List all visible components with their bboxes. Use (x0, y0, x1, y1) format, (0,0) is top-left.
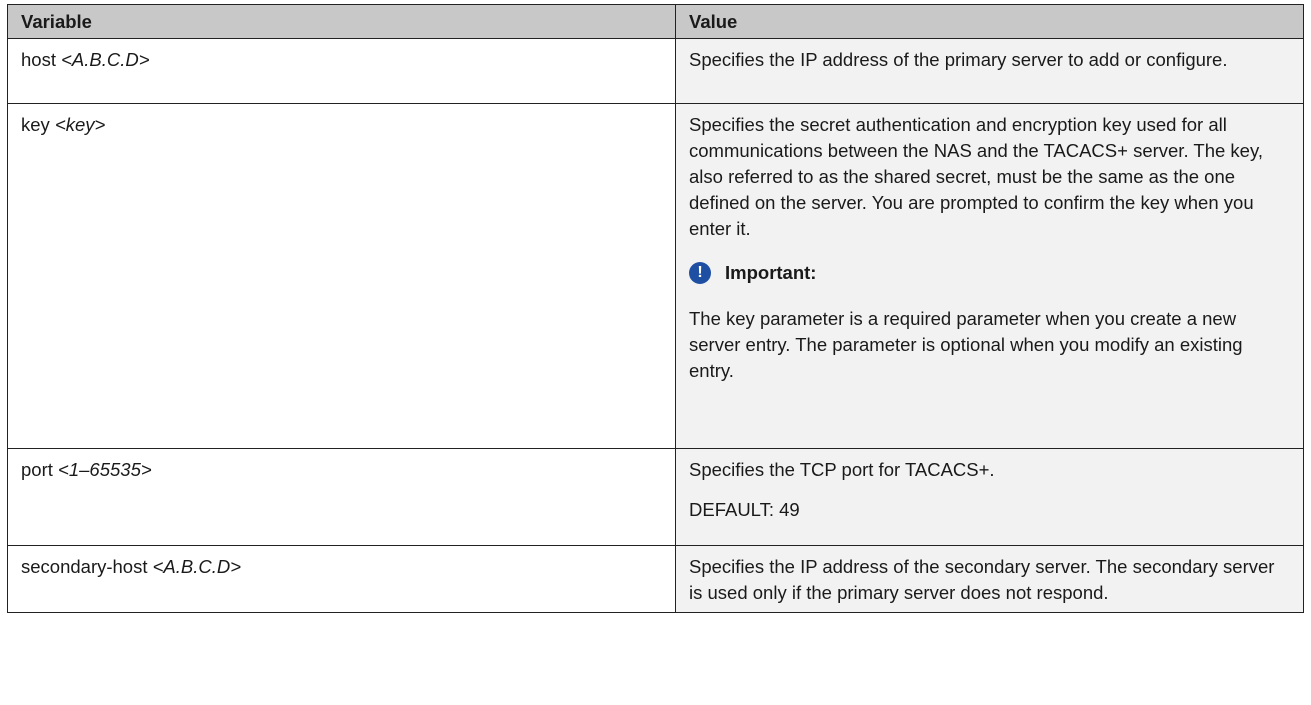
variable-command: key (21, 114, 55, 135)
exclamation-icon: ! (689, 262, 711, 284)
variable-parameter: <key> (54, 114, 106, 135)
value-cell: Specifies the IP address of the primary … (675, 38, 1304, 104)
important-label: Important: (725, 262, 817, 283)
value-paragraph: Specifies the IP address of the primary … (689, 49, 1228, 70)
variable-cell: host <A.B.C.D> (7, 38, 676, 104)
table-row-port: port <1–65535> Specifies the TCP port fo… (7, 448, 1304, 546)
variable-value-table: Variable Value host <A.B.C.D> Specifies … (7, 4, 1304, 613)
default-value: DEFAULT: 49 (689, 499, 800, 520)
variable-cell: port <1–65535> (7, 448, 676, 546)
table-row-secondary-host: secondary-host <A.B.C.D> Specifies the I… (7, 545, 1304, 613)
variable-cell: key <key> (7, 103, 676, 449)
variable-parameter: <A.B.C.D> (61, 49, 150, 70)
header-variable: Variable (7, 4, 676, 39)
value-paragraph: Specifies the IP address of the secondar… (689, 556, 1275, 603)
variable-command: port (21, 459, 59, 480)
variable-command: secondary-host (21, 556, 153, 577)
table-row-key: key <key> Specifies the secret authentic… (7, 103, 1304, 449)
value-cell: Specifies the secret authentication and … (675, 103, 1304, 449)
table-header-row: Variable Value (7, 4, 1304, 39)
header-value: Value (675, 4, 1304, 39)
variable-command: host (21, 49, 62, 70)
variable-parameter: <1–65535> (58, 459, 152, 480)
value-paragraph: Specifies the TCP port for TACACS+. (689, 459, 995, 480)
important-text: The key parameter is a required paramete… (689, 308, 1243, 381)
variable-cell: secondary-host <A.B.C.D> (7, 545, 676, 613)
value-cell: Specifies the IP address of the secondar… (675, 545, 1304, 613)
table-row-host: host <A.B.C.D> Specifies the IP address … (7, 38, 1304, 104)
value-cell: Specifies the TCP port for TACACS+. DEFA… (675, 448, 1304, 546)
important-callout-heading: ! Important: (689, 260, 1290, 286)
value-paragraph: Specifies the secret authentication and … (689, 114, 1263, 239)
variable-parameter: <A.B.C.D> (152, 556, 242, 577)
